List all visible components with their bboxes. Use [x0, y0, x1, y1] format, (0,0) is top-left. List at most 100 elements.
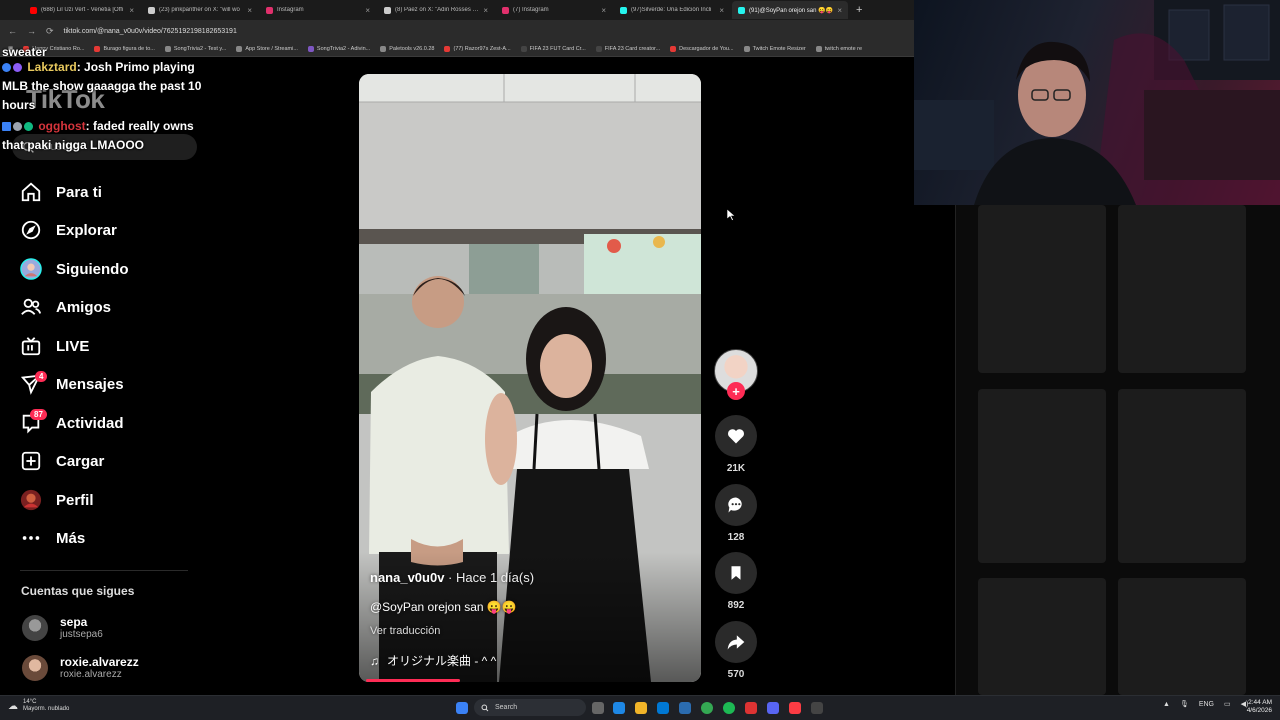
spotify-icon[interactable] [723, 702, 735, 714]
start-windows-icon[interactable] [456, 702, 468, 714]
weather-widget[interactable]: ☁ 14°C Mayorm. nublado [8, 699, 69, 713]
tab-close-icon[interactable]: × [365, 6, 370, 15]
nav-label: Perfil [56, 491, 94, 509]
chat-text: sweater [2, 46, 47, 56]
new-tab-icon[interactable]: + [856, 4, 862, 16]
music-note-icon: ♫ [370, 653, 379, 668]
browser-tab[interactable]: (7) Instagram × [496, 1, 612, 19]
video-author[interactable]: nana_v0u0v · Hace 1 día(s) [370, 570, 534, 585]
music-app-icon[interactable] [789, 702, 801, 714]
bookmark-label: SongTrivia2 - Adivin... [316, 46, 371, 52]
tab-close-icon[interactable]: × [719, 6, 724, 15]
browser-tab[interactable]: (91)@SoyPan orejon san 😛😛 × [732, 1, 848, 19]
bookmark-item[interactable]: Descargador de You... [670, 46, 734, 52]
stream-chat-overlay: sweater Lakztard: Josh Primo playing MLB… [2, 46, 212, 157]
network-icon[interactable]: ▭ [1224, 700, 1231, 708]
share-button[interactable] [715, 621, 757, 663]
see-translation-link[interactable]: Ver traducción [370, 625, 440, 637]
clock-time: 2:44 AM [1248, 699, 1272, 706]
video-player[interactable] [359, 74, 701, 682]
mail-icon[interactable] [679, 702, 691, 714]
following-account-roxie[interactable]: roxie.alvarezz roxie.alvarezz [22, 655, 139, 681]
discord-icon[interactable] [767, 702, 779, 714]
placeholder-tile [1118, 389, 1246, 563]
bookmark-label: Twitch Emote Resizer [752, 46, 806, 52]
video-date: · Hace 1 día(s) [444, 570, 535, 585]
tab-favicon-icon [384, 6, 391, 14]
save-action[interactable]: 892 [714, 552, 758, 611]
comment-count: 128 [727, 532, 745, 543]
nav-explorar[interactable]: Explorar [20, 218, 117, 242]
app-icon[interactable] [745, 702, 757, 714]
bookmark-item[interactable]: FIFA 23 FUT Card Cr... [520, 46, 586, 52]
tab-favicon-icon [148, 6, 155, 14]
video-music[interactable]: ♫ オリジナル楽曲 - ^ ^ [370, 652, 496, 669]
back-icon[interactable]: ← [8, 26, 17, 36]
bookmark-item[interactable]: App Store / Streami... [236, 46, 298, 52]
nav-live[interactable]: LIVE [20, 334, 89, 358]
more-dots-icon [22, 536, 40, 540]
video-author-name[interactable]: nana_v0u0v [370, 570, 444, 585]
tab-close-icon[interactable]: × [247, 6, 252, 15]
tab-close-icon[interactable]: × [129, 6, 134, 15]
save-button[interactable] [715, 552, 757, 594]
browser-tab[interactable]: Instagram × [260, 1, 376, 19]
webcam-overlay [914, 0, 1280, 205]
share-action[interactable]: 570 [714, 621, 758, 680]
like-button[interactable] [715, 415, 757, 457]
bookmark-item[interactable]: FIFA 23 Card creator... [595, 46, 660, 52]
taskbar-clock[interactable]: 2:44 AM 4/6/2026 [1238, 699, 1272, 715]
bookmark-label: FIFA 23 FUT Card Cr... [529, 46, 586, 52]
address-bar: ← → ⟳ tiktok.com/@nana_v0u0v/video/76251… [0, 20, 914, 42]
bookmark-item[interactable]: twitch emote re [815, 46, 862, 52]
share-count: 570 [727, 669, 745, 680]
url-text[interactable]: tiktok.com/@nana_v0u0v/video/76251921981… [64, 28, 237, 35]
chat-line: ogghost: faded really owns that paki nig… [2, 117, 212, 155]
file-explorer-icon[interactable] [635, 702, 647, 714]
comment-button[interactable] [715, 484, 757, 526]
bookmark-favicon-icon [670, 46, 677, 52]
divider [20, 570, 188, 571]
account-name: roxie.alvarezz [60, 655, 139, 669]
save-count: 892 [727, 600, 745, 611]
nav-cargar[interactable]: Cargar [20, 449, 104, 473]
browser-tab[interactable]: (688) Lil Uzi Vert - Venetia [Offi × [24, 1, 140, 19]
placeholder-tile [1118, 578, 1246, 695]
tab-close-icon[interactable]: × [483, 6, 488, 15]
following-section-title: Cuentas que sigues [21, 584, 135, 598]
language-indicator[interactable]: ENG [1199, 701, 1214, 708]
tab-favicon-icon [502, 6, 509, 14]
nav-siguiendo[interactable]: Siguiendo [20, 257, 129, 281]
browser-tab[interactable]: (8) Paez on X: "Adin Rosses clo × [378, 1, 494, 19]
nav-mas[interactable]: Más [20, 526, 85, 550]
nav-para-ti[interactable]: Para ti [20, 180, 102, 204]
like-action[interactable]: 21K [714, 415, 758, 474]
bookmark-item[interactable]: Twitch Emote Resizer [743, 46, 806, 52]
bookmark-item[interactable]: Paletools v26.0.28 [380, 46, 434, 52]
tray-chevron-icon[interactable]: ▲ [1163, 701, 1170, 708]
bookmark-item[interactable]: (77) Razor97s Zest-A... [444, 46, 511, 52]
reload-icon[interactable]: ⟳ [46, 26, 54, 37]
browser-tab[interactable]: (97)Silverde: Una Edición Incli × [614, 1, 730, 19]
video-progress-bar[interactable] [366, 679, 460, 682]
browser-tab[interactable]: (23) pinkpanther on X: "will wo × [142, 1, 258, 19]
edge-browser-icon[interactable] [613, 702, 625, 714]
store-icon[interactable] [657, 702, 669, 714]
nav-perfil[interactable]: Perfil [20, 488, 94, 512]
home-icon [21, 182, 41, 202]
obs-icon[interactable] [811, 702, 823, 714]
taskbar-search[interactable]: Search [474, 699, 586, 716]
comment-action[interactable]: 128 [714, 484, 758, 543]
follow-plus-button[interactable]: + [727, 382, 745, 400]
tab-title: (91)@SoyPan orejon san 😛😛 [749, 7, 834, 14]
clock-date: 4/6/2026 [1246, 707, 1272, 714]
chrome-icon[interactable] [701, 702, 713, 714]
tab-close-icon[interactable]: × [601, 6, 606, 15]
bookmark-item[interactable]: SongTrivia2 - Adivin... [307, 46, 371, 52]
task-view-icon[interactable] [592, 702, 604, 714]
tab-close-icon[interactable]: × [837, 6, 842, 15]
following-account-sepa[interactable]: sepa justsepa6 [22, 615, 103, 641]
forward-icon[interactable]: → [27, 26, 36, 36]
nav-amigos[interactable]: Amigos [20, 295, 111, 319]
mic-icon[interactable]: 🎙 [1180, 700, 1189, 708]
